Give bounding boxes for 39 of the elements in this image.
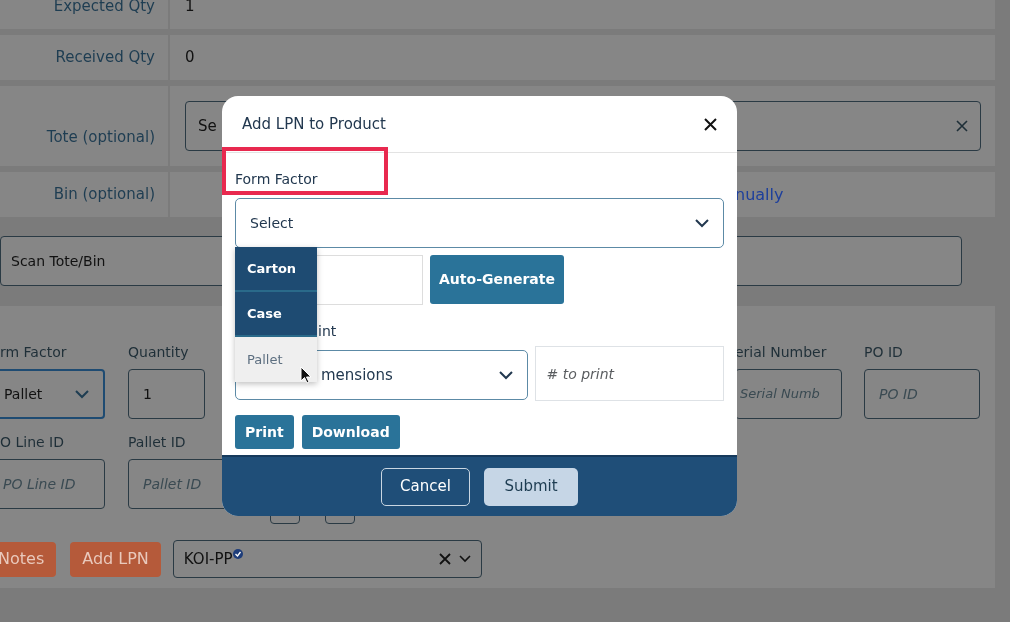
field-value: 1 bbox=[185, 0, 195, 18]
clear-icon[interactable] bbox=[438, 553, 451, 565]
print-count-input[interactable]: # to print bbox=[535, 346, 724, 401]
action-button[interactable]: Notes bbox=[0, 541, 57, 577]
field-label: Pallet ID bbox=[128, 433, 187, 452]
field-label: Quantity bbox=[128, 343, 190, 362]
field-label: Bin (optional) bbox=[53, 184, 155, 206]
product-select[interactable]: KOI-PP bbox=[172, 540, 482, 578]
action-button[interactable]: Add LPN bbox=[70, 541, 161, 577]
dropdown-option[interactable]: Case bbox=[235, 292, 317, 337]
chevron-icon bbox=[499, 370, 513, 380]
field-label: rm Factor bbox=[0, 343, 68, 362]
submit-button[interactable]: Submit bbox=[484, 467, 578, 506]
clear-icon[interactable] bbox=[956, 120, 968, 132]
cursor-icon bbox=[300, 366, 312, 384]
field-label: int bbox=[318, 323, 337, 339]
chevron-icon bbox=[458, 555, 471, 563]
input-field[interactable]: Serial Numb bbox=[735, 369, 842, 419]
action-button[interactable]: Download bbox=[301, 415, 400, 449]
field-label: PO ID bbox=[864, 343, 904, 362]
selected-value: KOI-PP bbox=[183, 548, 233, 570]
dropdown-option[interactable]: Carton bbox=[235, 247, 317, 292]
field-label: Received Qty bbox=[55, 47, 155, 69]
field-label: Tote (optional) bbox=[46, 126, 155, 148]
close-icon[interactable] bbox=[704, 117, 717, 131]
modal-title: Add LPN to Product bbox=[242, 113, 386, 135]
cancel-button[interactable]: Cancel bbox=[381, 467, 470, 506]
auto-generate-button[interactable]: Auto-Generate bbox=[430, 255, 564, 304]
form-factor-select[interactable]: Select bbox=[235, 198, 724, 248]
action-button[interactable]: Print bbox=[235, 415, 294, 449]
field-label: O Line ID bbox=[0, 433, 65, 452]
chevron-icon bbox=[75, 389, 89, 399]
field-label: Form Factor bbox=[235, 171, 318, 187]
form-factor-select[interactable]: Pallet bbox=[0, 369, 105, 419]
chevron-icon bbox=[695, 218, 709, 228]
input-field[interactable]: 1 bbox=[128, 369, 205, 419]
field-label: Expected Qty bbox=[53, 0, 155, 18]
dropdown-option[interactable]: Pallet bbox=[235, 337, 317, 382]
field-value: 0 bbox=[185, 47, 195, 69]
